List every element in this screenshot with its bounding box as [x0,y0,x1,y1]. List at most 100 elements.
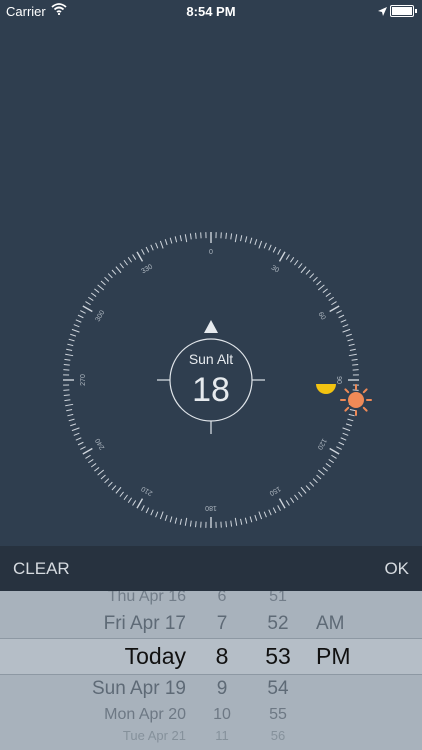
dial-tick [263,511,267,518]
dial-tick [230,233,233,240]
picker-date-item[interactable]: Sun Apr 19 [92,678,186,700]
dial-tick [249,516,253,523]
picker-hour-item[interactable]: 9 [217,678,228,700]
dial-tick [107,481,113,487]
dial-tick [305,269,311,275]
picker-date-item[interactable]: Fri Apr 17 [104,613,186,635]
picker-hour-item[interactable]: 11 [215,728,229,743]
dial-tick [100,280,106,286]
dial-tick [104,276,110,282]
location-arrow-icon [377,5,388,20]
moon-icon[interactable] [316,384,336,394]
picker-selection-band [0,638,422,675]
picker-minute-item-selected[interactable]: 53 [265,643,291,670]
dial-tick [88,458,94,464]
dial-tick [179,518,182,525]
dial-tick [123,259,128,266]
dial-tick [268,509,272,516]
dial-tick [322,288,328,293]
picker-hour-item[interactable]: 7 [217,613,228,635]
dial-tick [100,474,106,480]
dial-tick [336,446,342,450]
picker-ampm-item-selected[interactable]: PM [316,643,351,670]
picker-hour-item[interactable]: 10 [213,706,231,724]
dial-tick [312,478,318,484]
heading-label: 120 [316,437,328,451]
dial-tick [316,474,322,480]
dial-tick [90,292,97,297]
dial-tick [298,491,303,497]
dial-tick [278,251,286,262]
dial-tick [349,348,356,351]
dial-tick [300,266,307,274]
dial-tick [107,273,113,279]
dial-tick [240,235,243,242]
picker-hour-item[interactable]: 6 [218,591,227,606]
status-bar: Carrier 8:54 PM [0,0,422,22]
dial-tick [88,296,94,302]
dial-tick [272,507,277,514]
picker-minute-item[interactable]: 56 [271,728,285,743]
dial-tick [115,266,122,274]
dial-tick [73,432,80,436]
dial-tick [316,280,322,286]
dial-tick [342,427,351,432]
dial-tick [184,234,188,243]
dial-tick [309,481,315,487]
dial-tick [67,343,74,347]
picker-date-item[interactable]: Mon Apr 20 [104,706,186,724]
dial-tick [65,403,74,407]
dial-tick [159,511,164,520]
picker-ampm-item[interactable]: AM [316,613,345,635]
picker-date-item[interactable]: Tue Apr 21 [123,728,186,743]
dial-tick [66,409,73,412]
datetime-picker[interactable]: Thu Apr 16 Fri Apr 17 Today Sun Apr 19 M… [0,591,422,750]
sun-icon[interactable] [340,384,372,416]
dial-tick [294,494,299,501]
dial-tick [195,232,197,239]
dial-tick [225,521,227,528]
dial-tick [268,244,272,251]
dial-tick [136,251,144,262]
clear-button[interactable]: CLEAR [13,559,70,579]
dial-tick [234,517,238,526]
dial-tick [145,246,150,253]
picker-hour-item-selected[interactable]: 8 [216,643,229,670]
dial-tick [145,507,150,514]
dial-tick [164,239,168,246]
compass-dial[interactable]: 0 30 60 90 120 150 180 210 240 270 300 330 Sun Alt … [0,180,422,545]
dial-tick [225,232,227,239]
heading-label: 180 [205,504,217,511]
picker-minute-item[interactable]: 54 [267,678,288,700]
dial-tick [312,276,318,282]
dial-tick [64,358,71,361]
dial-tick [331,301,337,306]
dial-tick [342,324,349,328]
dial-tick [345,423,352,427]
dial-tick [97,469,105,476]
dial-tick [174,517,178,524]
picker-date-item[interactable]: Thu Apr 16 [108,591,186,606]
dial-tick [111,485,117,491]
ok-button[interactable]: OK [384,559,409,579]
dial-tick [244,236,248,243]
dial-tick [331,454,337,459]
picker-minute-item[interactable]: 55 [269,706,287,724]
dial-tick [258,240,263,249]
heading-label: 210 [140,485,154,497]
picker-date-item-selected[interactable]: Today [125,643,186,670]
heading-label: 330 [140,263,154,275]
dial-tick [68,338,75,342]
dial-tick [289,497,295,503]
picker-minute-item[interactable]: 52 [267,613,288,635]
dial-tick [328,458,334,464]
dial-tick [155,242,159,249]
dial-tick [63,364,70,366]
picker-minute-item[interactable]: 51 [269,591,287,606]
dial-tick [132,500,137,506]
dial-tick [234,234,238,243]
dial-tick [329,447,340,455]
dial-tick [104,478,110,484]
dial-tick [254,239,258,246]
dial-tick [230,520,233,527]
